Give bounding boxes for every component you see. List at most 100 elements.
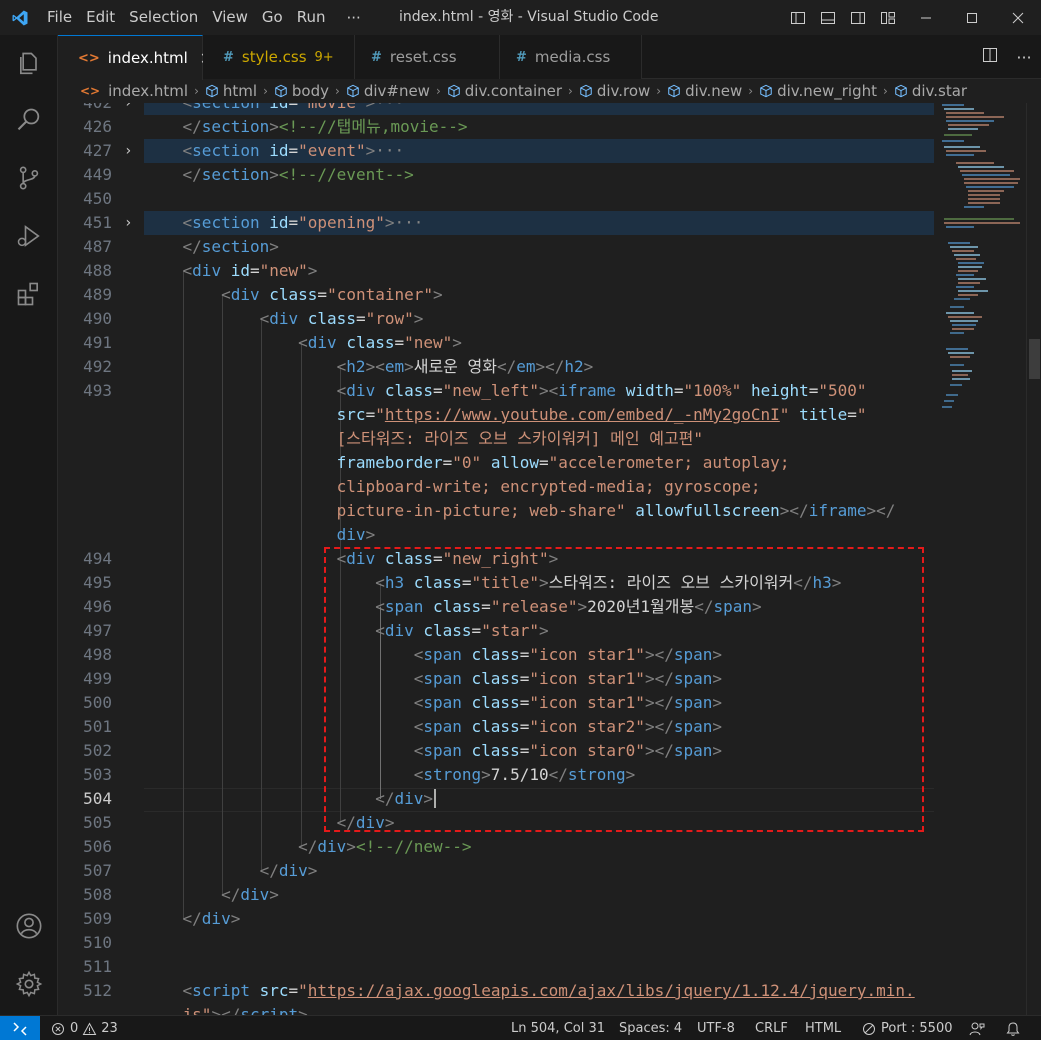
code-line: 490 <div class="row"> bbox=[83, 309, 424, 328]
account-icon[interactable] bbox=[0, 901, 58, 951]
title-actions bbox=[783, 0, 1041, 35]
scrollbar-thumb[interactable] bbox=[1029, 339, 1040, 379]
close-window-icon[interactable] bbox=[995, 0, 1041, 35]
code-line: 494 <div class="new_right"> bbox=[83, 549, 559, 568]
code-line: 509 </div> bbox=[83, 909, 241, 928]
menu-selection[interactable]: Selection bbox=[122, 0, 205, 35]
extensions-icon[interactable] bbox=[0, 269, 58, 319]
css-file-icon: # bbox=[223, 49, 234, 65]
breadcrumb-item[interactable]: html bbox=[205, 82, 257, 100]
symbol-field-icon bbox=[447, 84, 460, 98]
menu-go[interactable]: Go bbox=[255, 0, 290, 35]
tab-reset-css[interactable]: # reset.css bbox=[355, 35, 500, 79]
line-ending[interactable]: CRLF bbox=[755, 1016, 788, 1040]
error-icon bbox=[52, 1022, 64, 1035]
explorer-icon[interactable] bbox=[0, 39, 58, 89]
minimap[interactable] bbox=[934, 103, 1026, 1015]
code-line: div> bbox=[336, 525, 376, 544]
code-editor[interactable]: 402› <section id="movie">··· 426 </secti… bbox=[58, 103, 934, 1015]
tab-media-css[interactable]: # media.css bbox=[500, 35, 642, 79]
symbol-field-icon bbox=[580, 84, 592, 98]
code-line: 507 </div> bbox=[83, 861, 318, 880]
breadcrumb-item[interactable]: body bbox=[274, 82, 329, 100]
code-line: src="https://www.youtube.com/embed/_-nMy… bbox=[336, 405, 867, 424]
breadcrumb-item[interactable]: <> index.html bbox=[80, 82, 188, 100]
toggle-primary-sidebar-icon[interactable] bbox=[783, 0, 813, 35]
code-line: js"></script> bbox=[182, 1005, 308, 1015]
toggle-secondary-sidebar-icon[interactable] bbox=[843, 0, 873, 35]
symbol-field-icon bbox=[668, 84, 680, 98]
minimize-icon[interactable] bbox=[903, 0, 949, 35]
notifications-bell-icon[interactable] bbox=[1006, 1016, 1020, 1040]
feedback-icon[interactable] bbox=[969, 1016, 985, 1040]
code-line: 508 </div> bbox=[83, 885, 279, 904]
search-icon[interactable] bbox=[0, 95, 58, 145]
code-line: 402› <section id="movie">··· bbox=[83, 103, 404, 112]
language-mode[interactable]: HTML bbox=[805, 1016, 841, 1040]
maximize-icon[interactable] bbox=[949, 0, 995, 35]
title-bar: File Edit Selection View Go Run ··· inde… bbox=[0, 0, 1041, 35]
breadcrumb-item[interactable]: div.container bbox=[447, 82, 562, 100]
cursor-position[interactable]: Ln 504, Col 31 bbox=[511, 1016, 605, 1040]
html-file-icon: <> bbox=[80, 84, 101, 98]
problems-indicator[interactable]: 0 23 bbox=[51, 1016, 118, 1040]
code-line: 497 <div class="star"> bbox=[83, 621, 549, 640]
code-line: 487 </section> bbox=[83, 237, 279, 256]
editor-actions: ··· bbox=[973, 35, 1041, 79]
code-line: 499 <span class="icon star1"></span> bbox=[83, 669, 723, 688]
code-line: 449 </section><!--//event--> bbox=[83, 165, 414, 184]
run-debug-icon[interactable] bbox=[0, 211, 58, 261]
code-line: 500 <span class="icon star1"></span> bbox=[83, 693, 723, 712]
menu-more-button[interactable]: ··· bbox=[333, 9, 375, 27]
breadcrumb-item[interactable]: div.row bbox=[579, 82, 650, 100]
tab-index-html[interactable]: <> index.html ✕ bbox=[58, 35, 213, 80]
chevron-right-icon: › bbox=[748, 84, 754, 98]
problems-badge: 9+ bbox=[314, 49, 334, 65]
settings-gear-icon[interactable] bbox=[0, 959, 58, 1009]
menu-file[interactable]: File bbox=[40, 0, 79, 35]
source-control-icon[interactable] bbox=[0, 153, 58, 203]
chevron-right-icon: › bbox=[263, 84, 268, 98]
vscode-logo-icon bbox=[0, 0, 40, 35]
tab-label: media.css bbox=[534, 48, 611, 66]
menu-view[interactable]: View bbox=[205, 0, 255, 35]
vertical-scrollbar[interactable] bbox=[1026, 103, 1041, 1015]
toggle-panel-icon[interactable] bbox=[813, 0, 843, 35]
code-line: picture-in-picture; web-share" allowfull… bbox=[336, 501, 896, 520]
breadcrumb-item[interactable]: div.star bbox=[894, 82, 967, 100]
indentation[interactable]: Spaces: 4 bbox=[619, 1016, 682, 1040]
breadcrumb-item[interactable]: div#new bbox=[346, 82, 430, 100]
split-editor-icon[interactable] bbox=[973, 47, 1007, 67]
code-line: 451 › <section id="opening">··· bbox=[83, 213, 424, 232]
code-line: [스타워즈: 라이즈 오브 스카이워커] 메인 예고편" bbox=[336, 429, 704, 448]
symbol-field-icon bbox=[895, 84, 907, 98]
code-line: 503 <strong>7.5/10</strong> bbox=[83, 765, 636, 784]
css-file-icon: # bbox=[516, 49, 527, 65]
chevron-right-icon: › bbox=[194, 84, 199, 98]
code-line: 495 <h3 class="title">스타워즈: 라이즈 오브 스카이워커… bbox=[83, 573, 842, 592]
code-line: clipboard-write; encrypted-media; gyrosc… bbox=[336, 477, 761, 496]
more-actions-button[interactable]: ··· bbox=[1007, 48, 1041, 67]
code-line: 488 <div id="new"> bbox=[83, 261, 318, 280]
menu-run[interactable]: Run bbox=[290, 0, 333, 35]
breadcrumb: <> index.html › html › body › div#new › d… bbox=[58, 79, 1041, 103]
tab-label: reset.css bbox=[389, 48, 457, 66]
menu-edit[interactable]: Edit bbox=[79, 0, 122, 35]
customize-layout-icon[interactable] bbox=[873, 0, 903, 35]
no-entry-icon bbox=[863, 1022, 875, 1035]
chevron-right-icon: › bbox=[335, 84, 340, 98]
code-line: 506 </div><!--//new--> bbox=[83, 837, 472, 856]
menu-bar: File Edit Selection View Go Run ··· bbox=[40, 0, 375, 35]
tab-label: style.css bbox=[241, 48, 307, 66]
code-line: 489 <div class="container"> bbox=[83, 285, 443, 304]
breadcrumb-item[interactable]: div.new_right bbox=[759, 82, 877, 100]
tab-label: index.html bbox=[107, 49, 188, 67]
tab-style-css[interactable]: # style.css 9+ bbox=[203, 35, 355, 79]
breadcrumb-item[interactable]: div.new bbox=[667, 82, 742, 100]
remote-icon[interactable] bbox=[0, 1016, 40, 1040]
encoding[interactable]: UTF-8 bbox=[697, 1016, 735, 1040]
live-server-port[interactable]: Port : 5500 bbox=[862, 1016, 953, 1040]
code-line: 510 bbox=[83, 933, 112, 952]
code-line: 498 <span class="icon star1"></span> bbox=[83, 645, 723, 664]
code-line: 496 <span class="release">2020년1월개봉</spa… bbox=[83, 597, 762, 616]
